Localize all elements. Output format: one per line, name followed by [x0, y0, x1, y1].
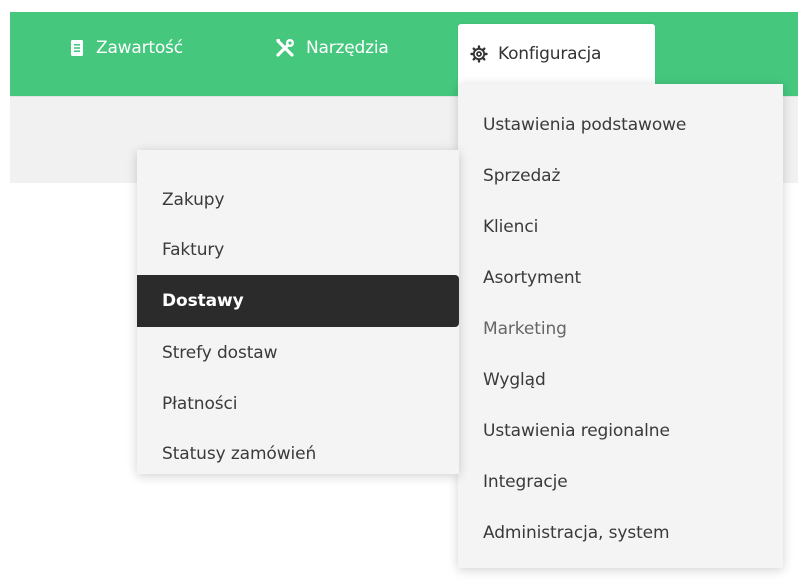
menu-item-label: Wygląd — [483, 370, 546, 390]
menu-item-label: Asortyment — [483, 268, 582, 288]
submenu-item-zakupy[interactable]: Zakupy — [137, 174, 459, 226]
submenu-item-strefy-dostaw[interactable]: Strefy dostaw — [137, 327, 459, 379]
menu-item-label: Ustawienia podstawowe — [483, 115, 687, 135]
submenu-item-faktury[interactable]: Faktury — [137, 224, 459, 276]
menu-item-ustawienia-regionalne[interactable]: Ustawienia regionalne — [458, 405, 783, 457]
config-dropdown-menu: Ustawienia podstawowe Sprzedaż Klienci A… — [458, 84, 783, 568]
sales-submenu: Zakupy Faktury Dostawy Strefy dostaw Pła… — [137, 150, 459, 474]
nav-item-konfiguracja[interactable]: Konfiguracja — [458, 24, 655, 84]
menu-item-label: Klienci — [483, 217, 539, 237]
menu-item-integracje[interactable]: Integracje — [458, 456, 783, 508]
menu-item-asortyment[interactable]: Asortyment — [458, 252, 783, 304]
menu-item-label: Ustawienia regionalne — [483, 421, 670, 441]
menu-item-sprzedaz[interactable]: Sprzedaż — [458, 150, 783, 202]
menu-item-marketing[interactable]: Marketing — [458, 303, 783, 355]
submenu-item-label: Faktury — [162, 240, 225, 260]
submenu-item-label: Zakupy — [162, 190, 225, 210]
menu-item-label: Marketing — [483, 319, 567, 339]
submenu-item-label: Strefy dostaw — [162, 343, 278, 363]
submenu-item-statusy-zamowien[interactable]: Statusy zamówień — [137, 428, 459, 480]
menu-item-ustawienia-podstawowe[interactable]: Ustawienia podstawowe — [458, 99, 783, 151]
submenu-item-label: Dostawy — [162, 291, 244, 311]
tools-icon — [274, 37, 296, 59]
document-icon — [68, 39, 86, 57]
nav-item-label: Konfiguracja — [498, 44, 602, 64]
menu-item-label: Sprzedaż — [483, 166, 561, 186]
gear-icon — [470, 45, 488, 63]
menu-item-label: Integracje — [483, 472, 568, 492]
submenu-item-label: Statusy zamówień — [162, 444, 317, 464]
nav-item-label: Zawartość — [96, 38, 183, 58]
submenu-item-label: Płatności — [162, 394, 238, 414]
submenu-item-platnosci[interactable]: Płatności — [137, 378, 459, 430]
nav-item-narzedzia[interactable]: Narzędzia — [274, 12, 389, 84]
menu-item-label: Administracja, system — [483, 523, 670, 543]
menu-item-administracja-system[interactable]: Administracja, system — [458, 507, 783, 559]
nav-item-label: Narzędzia — [306, 38, 389, 58]
submenu-item-dostawy[interactable]: Dostawy — [137, 275, 459, 327]
nav-item-zawartosc[interactable]: Zawartość — [68, 12, 183, 84]
menu-item-wyglad[interactable]: Wygląd — [458, 354, 783, 406]
menu-item-klienci[interactable]: Klienci — [458, 201, 783, 253]
